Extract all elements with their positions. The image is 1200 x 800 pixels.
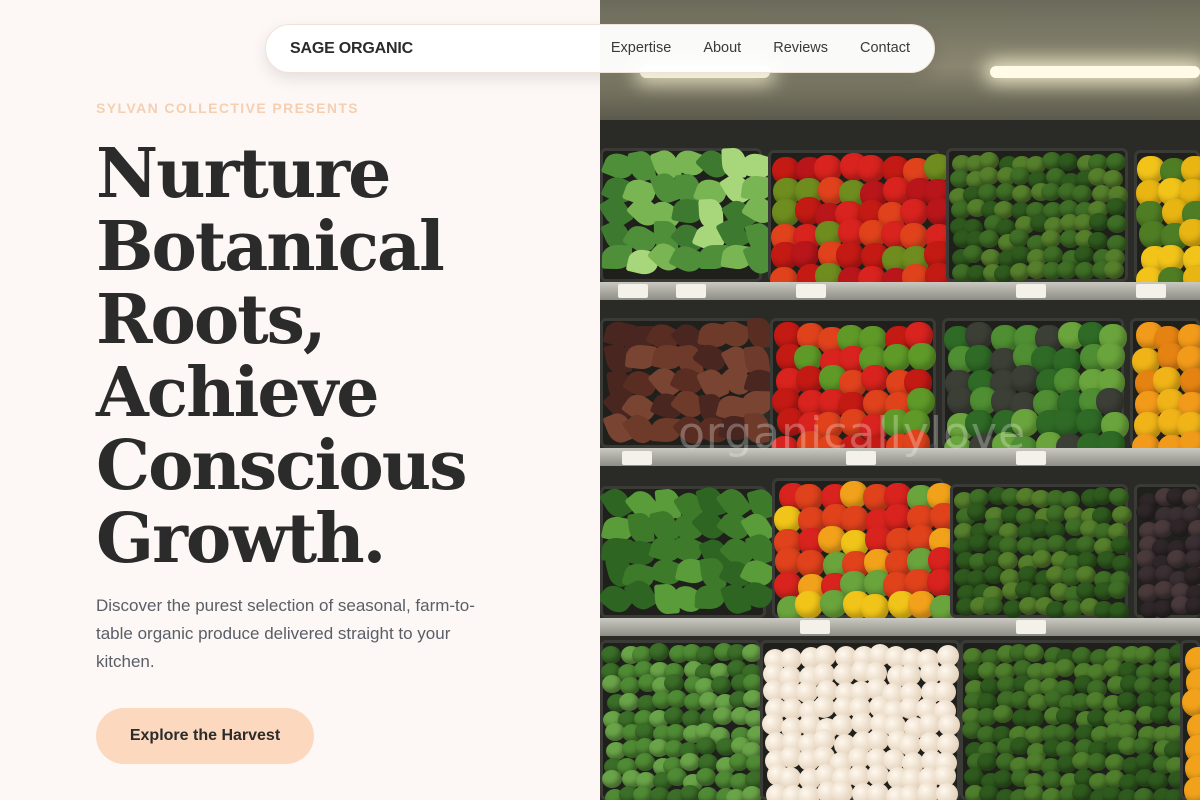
- cucumber: [1009, 690, 1030, 709]
- headline-line: Botanical: [96, 207, 445, 287]
- price-tag: [1016, 284, 1046, 298]
- cucumber: [1032, 549, 1053, 568]
- bell-pepper: [794, 591, 823, 620]
- nav-link-contact[interactable]: Contact: [860, 40, 910, 56]
- cucumber: [1054, 658, 1075, 677]
- cucumber: [695, 767, 716, 786]
- explore-harvest-button[interactable]: Explore the Harvest: [96, 708, 314, 764]
- cucumber: [1108, 487, 1129, 506]
- price-tag: [800, 620, 830, 634]
- cucumber: [1185, 597, 1200, 616]
- headline-line: Achieve: [96, 353, 379, 433]
- cucumber: [1184, 549, 1200, 568]
- image-watermark: organicallylove: [678, 408, 1027, 459]
- nav-links: Expertise About Reviews Contact: [611, 40, 910, 56]
- price-tag: [796, 284, 826, 298]
- hero-text-panel: SYLVAN COLLECTIVE PRESENTS Nurture Botan…: [0, 0, 600, 800]
- cucumber: [1086, 753, 1107, 772]
- garlic-bulb: [866, 783, 889, 800]
- cucumber: [1106, 214, 1127, 233]
- ceiling-light: [990, 66, 1200, 78]
- price-tag: [676, 284, 706, 298]
- cucumber: [1183, 566, 1200, 585]
- hero-headline: Nurture Botanical Roots, Achieve Conscio…: [96, 138, 576, 576]
- nav-link-about[interactable]: About: [703, 40, 741, 56]
- cucumber: [1135, 502, 1156, 521]
- cucumber: [966, 502, 987, 521]
- cucumber: [1135, 645, 1156, 664]
- cucumber: [618, 693, 639, 711]
- cucumber: [679, 752, 700, 771]
- cucumber: [1152, 600, 1173, 619]
- cucumber: [1112, 505, 1133, 524]
- cucumber: [1134, 788, 1155, 800]
- top-navigation: SAGE ORGANIC Expertise About Reviews Con…: [265, 24, 935, 73]
- produce-shelf-image: organicallylove: [600, 0, 1200, 800]
- cucumber: [962, 245, 983, 264]
- garlic-bulb: [916, 781, 939, 800]
- cucumber: [997, 551, 1018, 570]
- cucumber: [1009, 167, 1030, 186]
- headline-line: Roots,: [96, 280, 327, 360]
- cucumber: [976, 752, 997, 771]
- headline-line: Conscious: [96, 426, 468, 506]
- bell-pepper: [860, 365, 889, 394]
- price-tag: [1136, 284, 1166, 298]
- price-tag: [1016, 620, 1046, 634]
- price-tag: [622, 451, 652, 465]
- cucumber: [1072, 646, 1092, 665]
- cucumber: [1149, 706, 1170, 725]
- bell-pepper: [1184, 777, 1200, 800]
- hero-description: Discover the purest selection of seasona…: [96, 596, 475, 671]
- nav-link-expertise[interactable]: Expertise: [611, 40, 671, 56]
- cucumber: [1117, 691, 1138, 710]
- garlic-bulb: [831, 781, 854, 800]
- cucumber: [1054, 723, 1075, 742]
- cucumber: [1110, 535, 1131, 554]
- cucumber: [1148, 771, 1169, 790]
- garlic-bulb: [830, 714, 853, 737]
- cucumber: [697, 787, 718, 800]
- shelf: [600, 618, 1200, 636]
- nav-link-reviews[interactable]: Reviews: [773, 40, 828, 56]
- headline-line: Nurture: [96, 134, 391, 214]
- cucumber: [1112, 554, 1133, 573]
- cucumber: [1105, 152, 1126, 171]
- garlic-bulb: [936, 783, 959, 800]
- cucumber: [978, 166, 999, 185]
- cucumber: [1103, 260, 1124, 279]
- bell-pepper: [1097, 342, 1126, 371]
- cucumber: [741, 786, 762, 800]
- cucumber: [983, 596, 1004, 615]
- bell-pepper: [907, 343, 936, 372]
- garlic-bulb: [761, 712, 784, 735]
- hero-eyebrow: SYLVAN COLLECTIVE PRESENTS: [96, 100, 360, 116]
- cucumber: [1072, 184, 1093, 203]
- cucumber: [1023, 644, 1044, 662]
- cucumber: [634, 752, 655, 771]
- price-tag: [618, 284, 648, 298]
- bell-pepper: [1011, 364, 1040, 393]
- brand-logo[interactable]: SAGE ORGANIC: [290, 40, 413, 58]
- cucumber: [1182, 488, 1200, 507]
- cucumber: [1023, 708, 1044, 727]
- cucumber: [978, 229, 999, 248]
- cucumber: [695, 736, 716, 755]
- cucumber: [620, 676, 641, 695]
- headline-line: Growth.: [96, 499, 386, 579]
